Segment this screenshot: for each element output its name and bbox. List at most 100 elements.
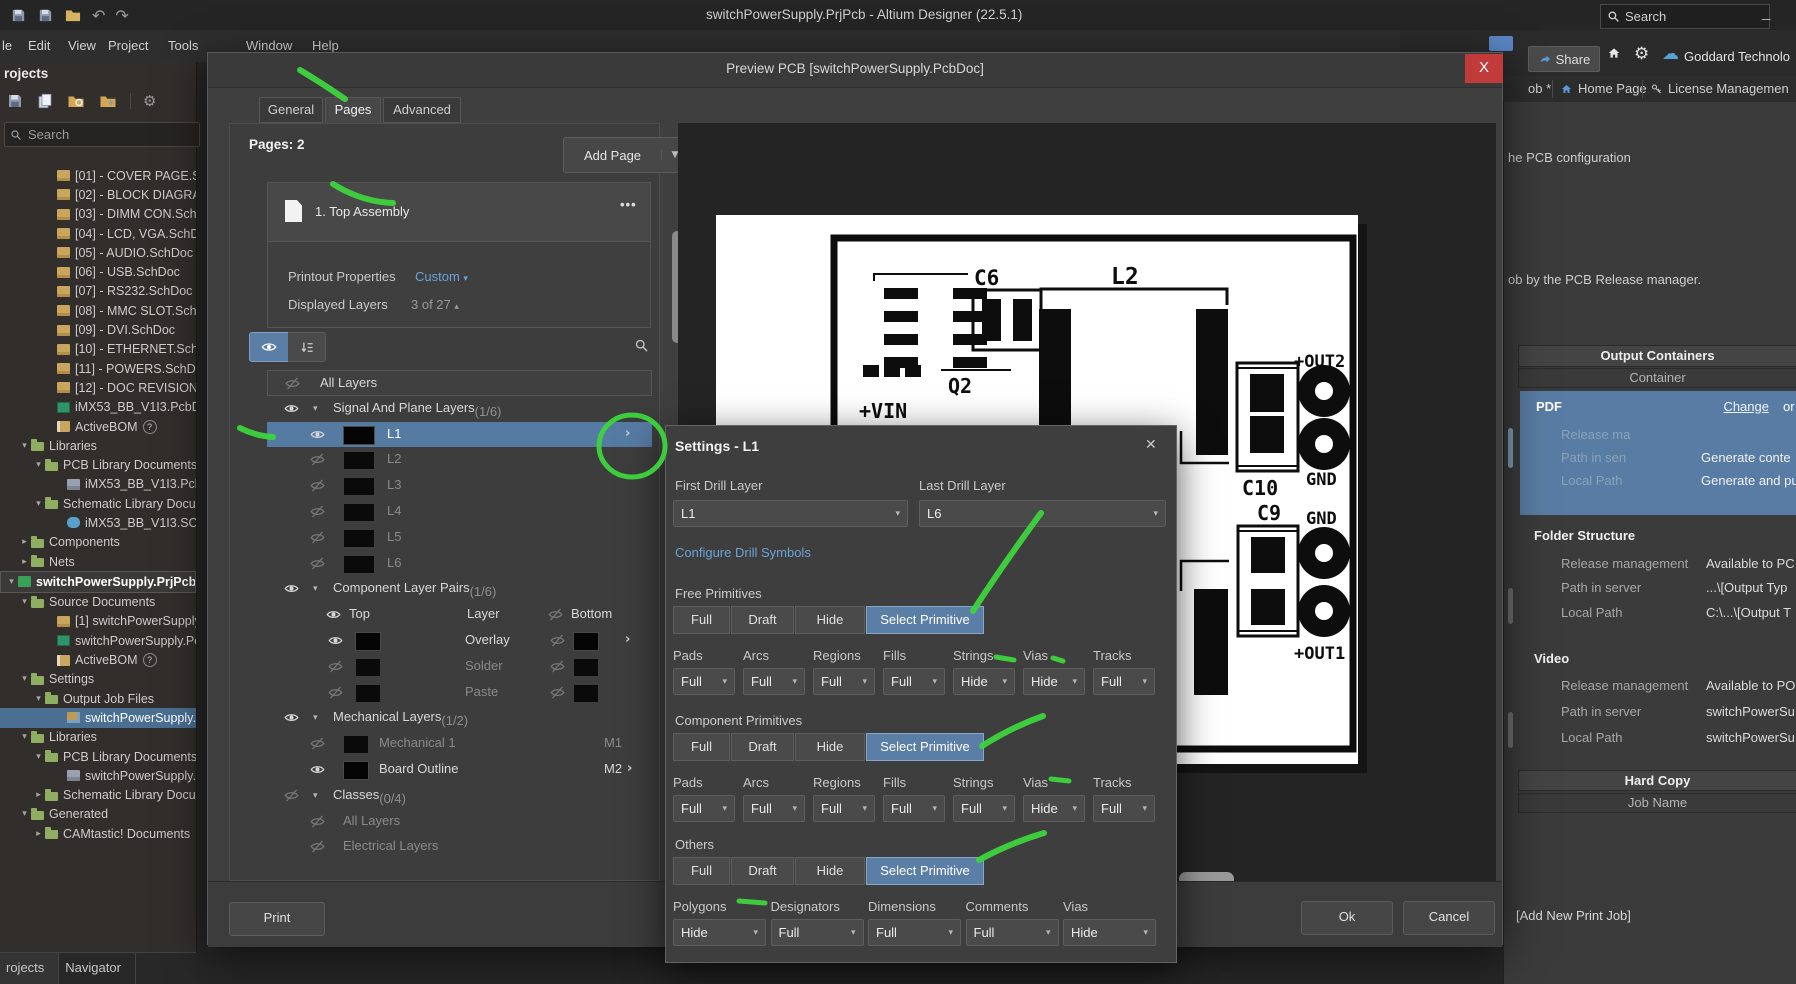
caret-open-icon[interactable]: ▾ — [32, 752, 45, 762]
tab-general[interactable]: General — [259, 97, 323, 123]
layer-row-mechanical-1[interactable]: Mechanical 1M1 — [267, 731, 652, 757]
comments-select[interactable]: Full▾ — [966, 919, 1059, 946]
tree-item-libraries[interactable]: ▾Libraries — [0, 436, 196, 455]
add-page-button[interactable]: Add Page ▼ — [563, 137, 689, 173]
menu-project[interactable]: Project — [108, 38, 148, 53]
tree-item-imx53-bb-v1i3-pcblib[interactable]: iMX53_BB_V1I3.PcbLib — [0, 475, 196, 494]
caret-closed-icon[interactable]: ▸ — [18, 557, 31, 567]
cancel-button[interactable]: Cancel — [1403, 901, 1495, 935]
tree-item-output-job-files[interactable]: ▾Output Job Files — [0, 689, 196, 708]
tree-item-switchpowersupply-pcb[interactable]: switchPowerSupply.Pcb — [0, 766, 196, 785]
tree-item-04-lcd-vga-schdoc[interactable]: [04] - LCD, VGA.SchDoc — [0, 224, 196, 243]
panel-tab-rojects[interactable]: rojects — [0, 953, 59, 984]
tree-item-imx53-bb-v1i3-schlib[interactable]: iMX53_BB_V1I3.SCHLIB — [0, 513, 196, 532]
caret-open-icon[interactable]: ▾ — [5, 577, 18, 587]
layer-row-overlay[interactable]: Overlay› — [267, 628, 652, 654]
eye-visible-icon[interactable] — [327, 633, 344, 651]
tree-item-settings[interactable]: ▾Settings — [0, 670, 196, 689]
tree-item-schematic-library-docum[interactable]: ▾Schematic Library Docum — [0, 494, 196, 513]
tab-advanced[interactable]: Advanced — [383, 97, 461, 123]
eye-hidden-icon[interactable] — [284, 376, 301, 394]
mode-button-full[interactable]: Full — [673, 857, 730, 885]
menu-view[interactable]: View — [68, 38, 96, 53]
folder-settings-icon[interactable] — [98, 92, 118, 110]
eye-visible-icon[interactable] — [309, 427, 326, 445]
caret-open-icon[interactable]: ▾ — [18, 597, 31, 607]
doc-tab-home-page[interactable]: Home Page — [1560, 81, 1647, 96]
panel-tab-navigator[interactable]: Navigator — [59, 953, 136, 984]
menu-le[interactable]: le — [2, 38, 12, 53]
menu-window[interactable]: Window — [246, 38, 292, 53]
tab-pages[interactable]: Pages — [325, 97, 381, 123]
mode-button-draft[interactable]: Draft — [731, 733, 794, 761]
eye-hidden-icon[interactable] — [309, 736, 326, 754]
eye-hidden-icon[interactable] — [309, 504, 326, 522]
close-icon[interactable]: ✕ — [1145, 436, 1157, 453]
tree-item-pcb-library-documents[interactable]: ▾PCB Library Documents — [0, 455, 196, 474]
mode-button-hide[interactable]: Hide — [795, 606, 865, 634]
sort-layers-button[interactable] — [288, 332, 326, 362]
vias-select[interactable]: Hide▾ — [1023, 795, 1085, 822]
tree-item-switchpowersupply-prjpcb[interactable]: ▾switchPowerSupply.PrjPcb — [0, 571, 196, 592]
layer-row-paste[interactable]: Paste — [267, 680, 652, 706]
tree-item-switchpowersupply-pcbd[interactable]: switchPowerSupply.PcbD — [0, 631, 196, 650]
mode-button-select-primitive[interactable]: Select Primitive — [866, 733, 984, 761]
eye-hidden-icon[interactable] — [327, 685, 344, 703]
eye-hidden-icon[interactable] — [283, 788, 300, 806]
eye-hidden-icon[interactable] — [549, 659, 566, 677]
tree-item-08-mmc-slot-schdo[interactable]: [08] - MMC SLOT.SchDo — [0, 301, 196, 320]
vias-select[interactable]: Hide▾ — [1063, 919, 1156, 946]
menu-edit[interactable]: Edit — [28, 38, 50, 53]
caret-closed-icon[interactable]: ▸ — [32, 829, 45, 839]
global-search-input[interactable]: Search — [1600, 4, 1770, 29]
change-link[interactable]: Change — [1723, 399, 1769, 414]
pdf-output-container-card[interactable]: PDF Change or Rem Release maPath in senG… — [1520, 391, 1796, 515]
tree-item-1-switchpowersupply-sc[interactable]: [1] switchPowerSupply.Sc — [0, 612, 196, 631]
layer-row-l6[interactable]: L6 — [267, 551, 652, 577]
caret-open-icon[interactable]: ▾ — [18, 441, 31, 451]
designators-select[interactable]: Full▾ — [771, 919, 864, 946]
tree-item-camtastic-documents[interactable]: ▸CAMtastic! Documents — [0, 824, 196, 843]
page-card[interactable]: 1. Top Assembly ••• Printout Properties … — [267, 182, 651, 328]
layer-row-all-layers[interactable]: All Layers — [267, 370, 652, 396]
eye-visible-icon[interactable] — [325, 607, 342, 625]
doc-tab-license-managemen[interactable]: License Managemen — [1650, 81, 1789, 96]
displayed-layers-value[interactable]: 3 of 27 ▴ — [411, 297, 459, 312]
undo-icon[interactable]: ↶ — [92, 6, 105, 25]
open-folder-icon[interactable] — [64, 7, 82, 24]
caret-open-icon[interactable]: ▾ — [32, 460, 45, 470]
mode-button-full[interactable]: Full — [673, 606, 730, 634]
eye-hidden-icon[interactable] — [309, 556, 326, 574]
caret-open-icon[interactable]: ▾ — [18, 732, 31, 742]
eye-visible-icon[interactable] — [283, 401, 300, 419]
save-all-icon[interactable] — [37, 7, 54, 24]
layer-row-l4[interactable]: L4 — [267, 499, 652, 525]
eye-hidden-icon[interactable] — [309, 839, 326, 857]
settings-gear-icon[interactable]: ⚙ — [143, 92, 156, 110]
page-menu-button[interactable]: ••• — [620, 197, 637, 212]
visibility-filter-button[interactable] — [249, 332, 289, 362]
dimensions-select[interactable]: Full▾ — [868, 919, 961, 946]
tree-item-09-dvi-schdoc[interactable]: [09] - DVI.SchDoc — [0, 320, 196, 339]
polygons-select[interactable]: Hide▾ — [673, 919, 766, 946]
tree-item-source-documents[interactable]: ▾Source Documents — [0, 593, 196, 612]
eye-visible-icon[interactable] — [283, 710, 300, 728]
layer-row-board-outline[interactable]: Board OutlineM2› — [267, 757, 652, 783]
tree-item-06-usb-schdoc[interactable]: [06] - USB.SchDoc — [0, 262, 196, 281]
layer-row-signal-and-plane-layers[interactable]: ▾Signal And Plane Layers (1/6) — [267, 396, 652, 422]
last-drill-layer-select[interactable]: L6▾ — [919, 500, 1166, 527]
regions-select[interactable]: Full▾ — [813, 668, 875, 695]
tree-item-activebom[interactable]: ActiveBOM? — [0, 417, 196, 436]
layer-search-icon[interactable] — [634, 338, 649, 353]
layer-row-solder[interactable]: Solder — [267, 654, 652, 680]
print-button[interactable]: Print — [229, 902, 325, 936]
eye-hidden-icon[interactable] — [549, 633, 566, 651]
layer-row-classes[interactable]: ▾Classes (0/4) — [267, 783, 652, 809]
scrollbar-thumb[interactable] — [1508, 712, 1513, 748]
tree-item-nets[interactable]: ▸Nets — [0, 552, 196, 571]
layer-row-all-layers[interactable]: All Layers — [267, 809, 652, 835]
layer-row-component-layer-pairs[interactable]: ▾Component Layer Pairs (1/6) — [267, 576, 652, 602]
layer-row-pair-header[interactable]: TopLayerBottom — [267, 602, 652, 628]
caret-closed-icon[interactable]: ▸ — [18, 537, 31, 547]
tree-item-02-block-diagram[interactable]: [02] - BLOCK DIAGRAM. — [0, 185, 196, 204]
